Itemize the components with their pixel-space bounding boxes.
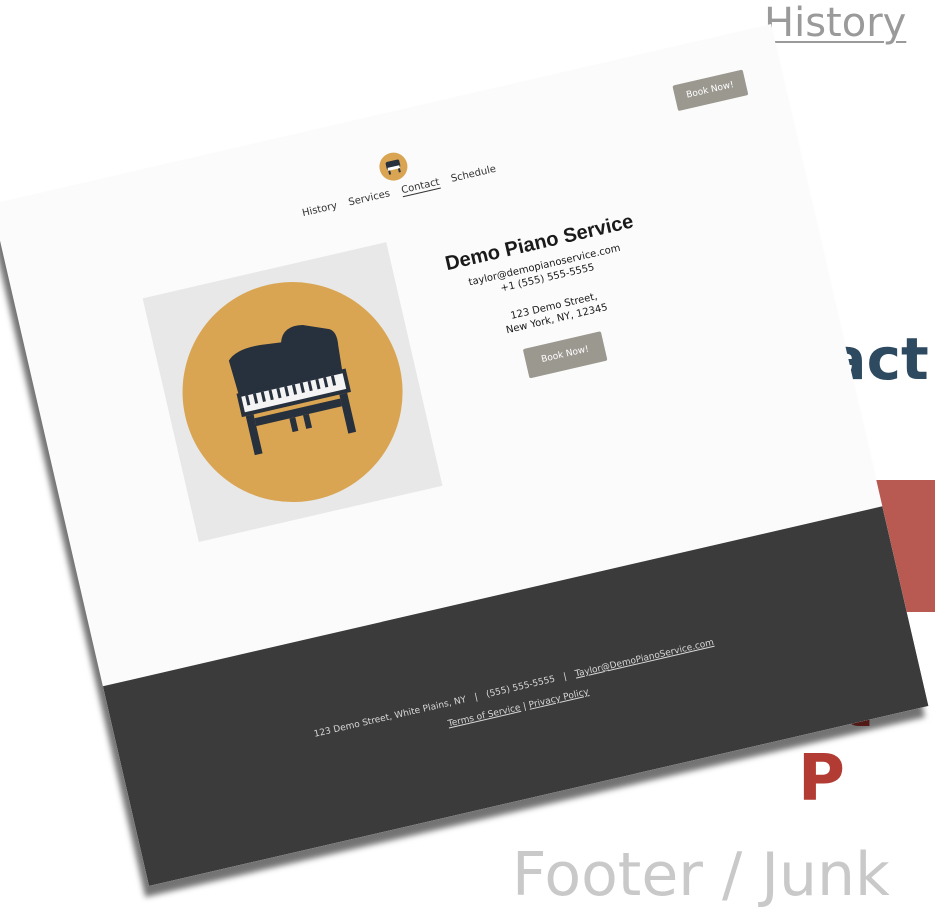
hero-circle [160,260,425,524]
privacy-policy-link[interactable]: Privacy Policy [528,687,590,711]
bg-footer-heading: Footer / Junk [512,840,890,910]
site-footer: 123 Demo Street, White Plains, NY | (555… [102,506,929,887]
footer-divider: | [522,701,528,713]
nav-schedule[interactable]: Schedule [450,164,497,185]
contact-info: Demo Piano Service taylor@demopianoservi… [425,206,681,395]
footer-divider: | [562,671,568,683]
main-nav: History Services Contact Schedule [8,96,790,287]
piano-logo-icon[interactable] [376,149,411,184]
grand-piano-icon [228,325,357,456]
nav-contact[interactable]: Contact [400,177,440,196]
bg-history-link: History [764,0,907,46]
hero-image [142,242,443,542]
nav-services[interactable]: Services [348,188,392,208]
book-now-header-button[interactable]: Book Now! [671,69,749,112]
nav-history[interactable]: History [301,200,338,219]
terms-of-service-link[interactable]: Terms of Service [447,703,522,729]
book-now-button[interactable]: Book Now! [522,331,608,379]
footer-divider: | [473,692,479,703]
website-page: Book Now! History Services Contact Sched… [0,23,929,887]
